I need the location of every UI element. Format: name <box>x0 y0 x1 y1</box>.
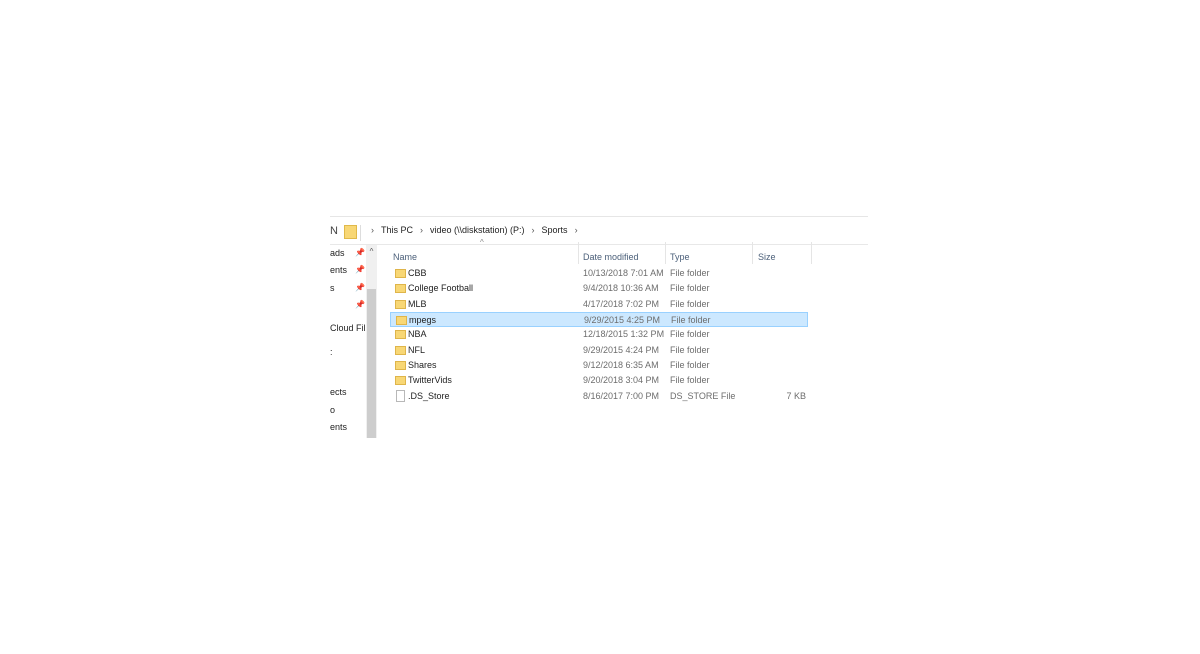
item-type: File folder <box>670 345 710 355</box>
item-date-modified: 10/13/2018 7:01 AM <box>583 268 664 278</box>
list-item[interactable]: College Football 9/4/2018 10:36 AM File … <box>390 281 808 296</box>
list-item[interactable]: NBA 12/18/2015 1:32 PM File folder <box>390 327 808 342</box>
folder-icon <box>344 225 357 239</box>
item-date-modified: 9/20/2018 3:04 PM <box>583 375 660 385</box>
folder-icon <box>395 361 406 370</box>
list-item[interactable]: NFL 9/29/2015 4:24 PM File folder <box>390 343 808 358</box>
sort-ascending-icon: ^ <box>480 238 484 247</box>
column-header-type[interactable]: Type <box>670 247 690 267</box>
list-item[interactable]: TwitterVids 9/20/2018 3:04 PM File folde… <box>390 373 808 388</box>
item-type: DS_STORE File <box>670 391 736 401</box>
item-name: NFL <box>408 345 426 355</box>
item-name: mpegs <box>409 315 437 325</box>
breadcrumb-sports[interactable]: Sports <box>540 225 570 235</box>
nav-item-7[interactable]: o <box>330 405 335 415</box>
column-header-size[interactable]: Size <box>758 247 776 267</box>
folder-icon <box>395 346 406 355</box>
item-date-modified: 9/29/2015 4:25 PM <box>584 315 661 325</box>
window-divider <box>330 216 868 217</box>
item-date-modified: 9/29/2015 4:24 PM <box>583 345 660 355</box>
item-date-modified: 12/18/2015 1:32 PM <box>583 329 665 339</box>
column-divider[interactable] <box>665 242 666 264</box>
folder-icon <box>395 269 406 278</box>
pin-icon: 📌 <box>355 283 365 292</box>
item-name: MLB <box>408 299 427 309</box>
nav-item-objects[interactable]: ects <box>330 387 347 397</box>
column-divider[interactable] <box>752 242 753 264</box>
item-type: File folder <box>670 299 710 309</box>
nav-item-documents-2[interactable]: ents <box>330 422 347 432</box>
chevron-right-icon[interactable]: › <box>415 225 428 235</box>
chevron-right-icon[interactable]: › <box>570 225 583 235</box>
list-item-selected[interactable]: mpegs 9/29/2015 4:25 PM File folder <box>390 312 808 327</box>
file-icon <box>396 390 405 402</box>
nav-item-downloads[interactable]: ads <box>330 248 345 258</box>
item-type: File folder <box>670 360 710 370</box>
nav-item-cloud-files[interactable]: Cloud Fil <box>330 323 366 333</box>
item-name: NBA <box>408 329 427 339</box>
item-date-modified: 8/16/2017 7:00 PM <box>583 391 660 401</box>
scroll-up-icon[interactable]: ^ <box>366 245 377 259</box>
nav-scrollbar[interactable]: ^ <box>366 245 377 438</box>
item-name: .DS_Store <box>408 391 450 401</box>
item-date-modified: 9/12/2018 6:35 AM <box>583 360 659 370</box>
chevron-right-icon[interactable]: › <box>527 225 540 235</box>
pin-icon: 📌 <box>355 265 365 274</box>
item-name: Shares <box>408 360 437 370</box>
item-name: CBB <box>408 268 427 278</box>
address-bar[interactable]: N › This PC › video (\\diskstation) (P:)… <box>330 222 868 245</box>
item-date-modified: 4/17/2018 7:02 PM <box>583 299 660 309</box>
address-divider <box>360 225 361 241</box>
item-type: File folder <box>670 329 710 339</box>
list-item[interactable]: .DS_Store 8/16/2017 7:00 PM DS_STORE Fil… <box>390 389 808 404</box>
pin-icon: 📌 <box>355 248 365 257</box>
item-type: File folder <box>670 268 710 278</box>
nav-item-pictures[interactable]: s <box>330 283 335 293</box>
item-name: College Football <box>408 283 474 293</box>
column-header-name[interactable]: Name <box>393 247 417 267</box>
list-item[interactable]: MLB 4/17/2018 7:02 PM File folder <box>390 297 808 312</box>
pin-icon: 📌 <box>355 300 365 309</box>
nav-item-documents[interactable]: ents <box>330 265 347 275</box>
list-item[interactable]: CBB 10/13/2018 7:01 AM File folder <box>390 266 808 281</box>
folder-icon <box>395 330 406 339</box>
item-type: File folder <box>670 283 710 293</box>
item-size: 7 KB <box>786 391 806 401</box>
list-item[interactable]: Shares 9/12/2018 6:35 AM File folder <box>390 358 808 373</box>
item-name: TwitterVids <box>408 375 452 385</box>
nav-item-5[interactable]: : <box>330 347 333 357</box>
folder-icon <box>396 316 407 325</box>
folder-icon <box>395 284 406 293</box>
item-type: File folder <box>671 315 711 325</box>
folder-icon <box>395 376 406 385</box>
item-type: File folder <box>670 375 710 385</box>
file-explorer-window: N › This PC › video (\\diskstation) (P:)… <box>330 216 868 438</box>
folder-icon <box>395 300 406 309</box>
breadcrumb-this-pc[interactable]: This PC <box>379 225 415 235</box>
scroll-thumb[interactable] <box>367 289 376 438</box>
chevron-right-icon[interactable]: › <box>366 225 379 235</box>
address-edge-glyph: N <box>330 225 338 237</box>
breadcrumb-video-drive[interactable]: video (\\diskstation) (P:) <box>428 225 527 235</box>
column-divider[interactable] <box>578 242 579 264</box>
breadcrumb: › This PC › video (\\diskstation) (P:) ›… <box>366 225 583 235</box>
column-header-date-modified[interactable]: Date modified <box>583 247 639 267</box>
item-date-modified: 9/4/2018 10:36 AM <box>583 283 659 293</box>
column-divider[interactable] <box>811 242 812 264</box>
